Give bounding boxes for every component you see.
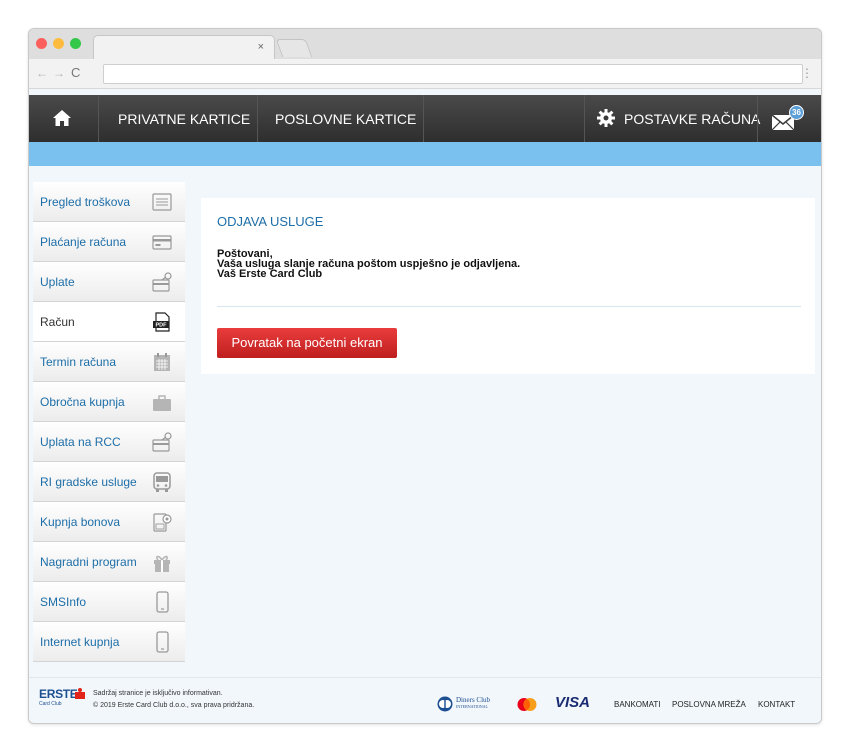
- sidebar-item-installment-purchase[interactable]: Obročna kupnja: [33, 382, 185, 422]
- sidebar-item-label: Račun: [40, 315, 75, 329]
- footer-link-business-network[interactable]: POSLOVNA MREŽA: [672, 700, 746, 709]
- browser-menu-icon[interactable]: ⋮: [801, 66, 813, 80]
- reload-icon[interactable]: C: [71, 66, 80, 80]
- phone-icon: [156, 591, 169, 613]
- diners-name: Diners Club: [456, 696, 491, 704]
- sidebar-item-label: Obročna kupnja: [40, 395, 125, 409]
- nav-account-settings[interactable]: POSTAVKE RAČUNA: [624, 111, 760, 127]
- page-title: ODJAVA USLUGE: [217, 214, 324, 229]
- logo-wordmark: ERSTE: [39, 687, 78, 701]
- nav-separator: [98, 95, 99, 142]
- svg-text:PDF: PDF: [156, 323, 168, 329]
- voucher-icon: [153, 513, 172, 532]
- erste-logo[interactable]: ERSTE Card Club: [39, 687, 85, 710]
- diners-club-logo: Diners Club INTERNATIONAL: [436, 696, 498, 712]
- sidebar-item-label: Pregled troškova: [40, 195, 131, 209]
- mail-count-badge: 36: [789, 105, 804, 120]
- address-toolbar: ← → C ⋮: [29, 59, 821, 89]
- sidebar-item-label: Termin računa: [40, 355, 117, 369]
- browser-tab[interactable]: ×: [93, 35, 275, 59]
- browser-window: × ← → C ⋮ PRIVATNE KARTICE POSLOVNE KART…: [28, 28, 822, 724]
- bus-icon: [153, 472, 171, 492]
- pdf-icon: PDF: [153, 312, 170, 332]
- nav-separator: [584, 95, 585, 142]
- calendar-icon: [154, 353, 170, 371]
- sidebar-item-label: Kupnja bonova: [40, 515, 121, 529]
- nav-separator: [257, 95, 258, 142]
- sidebar-item-smsinfo[interactable]: SMSInfo: [33, 582, 185, 622]
- footer-copyright: © 2019 Erste Card Club d.o.o., sva prava…: [93, 702, 255, 709]
- nav-separator: [423, 95, 424, 142]
- footer-link-atms[interactable]: BANKOMATI: [614, 700, 661, 709]
- deposit-icon: [152, 432, 172, 452]
- back-icon[interactable]: ←: [36, 66, 48, 80]
- sidebar-item-expense-overview[interactable]: Pregled troškova: [33, 182, 185, 222]
- visa-logo: VISA: [555, 694, 591, 711]
- window-close-button[interactable]: [36, 38, 47, 49]
- divider: [217, 306, 801, 307]
- nav-separator: [757, 95, 758, 142]
- sidebar-item-label: Internet kupnja: [40, 635, 120, 649]
- gear-icon[interactable]: [597, 109, 615, 127]
- sidebar-item-label: Plaćanje računa: [40, 235, 127, 249]
- content-panel: ODJAVA USLUGE Poštovani, Vaša usluga sla…: [201, 198, 815, 374]
- info-bar: [29, 142, 821, 166]
- erste-mark-icon: [75, 688, 85, 699]
- bag-icon: [153, 395, 171, 411]
- new-tab-button[interactable]: [275, 39, 313, 57]
- diners-club-icon: [437, 696, 453, 712]
- sidebar-menu: Pregled troškova Plaćanje računa Uplate: [33, 182, 185, 662]
- sidebar-item-rcc-payment[interactable]: Uplata na RCC: [33, 422, 185, 462]
- sidebar-item-label: Uplate: [40, 275, 75, 289]
- url-input[interactable]: [103, 64, 803, 84]
- sidebar-item-bill-payment[interactable]: Plaćanje računa: [33, 222, 185, 262]
- phone-icon: [156, 631, 169, 653]
- sidebar-item-rewards-program[interactable]: Nagradni program: [33, 542, 185, 582]
- window-maximize-button[interactable]: [70, 38, 81, 49]
- sidebar-item-label: Nagradni program: [40, 555, 137, 569]
- footer-disclaimer: Sadržaj stranice je isključivo informati…: [93, 690, 223, 697]
- window-minimize-button[interactable]: [53, 38, 64, 49]
- top-navigation: PRIVATNE KARTICE POSLOVNE KARTICE POSTAV…: [29, 95, 821, 142]
- back-to-home-button[interactable]: Povratak na početni ekran: [217, 328, 397, 358]
- sidebar-item-label: RI gradske usluge: [40, 475, 137, 489]
- tab-close-icon[interactable]: ×: [258, 40, 264, 54]
- diners-wordmark: Diners Club INTERNATIONAL: [456, 697, 490, 710]
- confirmation-message: Poštovani, Vaša usluga slanje računa poš…: [217, 249, 520, 280]
- forward-icon[interactable]: →: [53, 66, 65, 80]
- gift-icon: [154, 555, 170, 572]
- sidebar-item-voucher-purchase[interactable]: Kupnja bonova: [33, 502, 185, 542]
- deposit-icon: [152, 272, 172, 292]
- logo-subtitle: Card Club: [39, 701, 62, 707]
- sidebar-item-bill-schedule[interactable]: Termin računa: [33, 342, 185, 382]
- nav-business-cards[interactable]: POSLOVNE KARTICE: [275, 111, 416, 127]
- sidebar-item-bill[interactable]: Račun PDF: [33, 302, 185, 342]
- mastercard-icon: [517, 698, 537, 711]
- tab-strip: ×: [29, 29, 821, 59]
- message-signature: Vaš Erste Card Club: [217, 268, 323, 280]
- diners-subtitle: INTERNATIONAL: [456, 704, 488, 709]
- footer: ERSTE Card Club Sadržaj stranice je iskl…: [29, 677, 821, 723]
- sidebar-item-payments[interactable]: Uplate: [33, 262, 185, 302]
- card-icon: [152, 235, 172, 250]
- sidebar-item-label: SMSInfo: [40, 595, 87, 609]
- home-icon[interactable]: [53, 110, 71, 126]
- nav-private-cards[interactable]: PRIVATNE KARTICE: [118, 111, 250, 127]
- footer-legal: Sadržaj stranice je isključivo informati…: [93, 688, 254, 712]
- sidebar-item-city-services[interactable]: RI gradske usluge: [33, 462, 185, 502]
- footer-link-contact[interactable]: KONTAKT: [758, 700, 795, 709]
- sidebar-item-internet-purchase[interactable]: Internet kupnja: [33, 622, 185, 662]
- sidebar-item-label: Uplata na RCC: [40, 435, 121, 449]
- list-icon: [152, 193, 172, 211]
